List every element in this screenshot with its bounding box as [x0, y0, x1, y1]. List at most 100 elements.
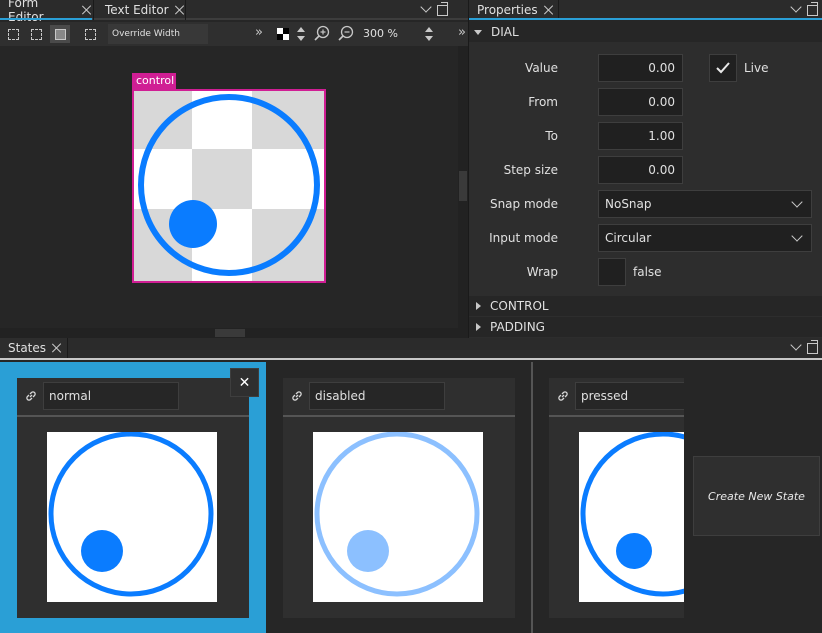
section-padding-header[interactable]: PADDING — [469, 317, 822, 337]
close-icon[interactable] — [82, 5, 92, 15]
dial-control-preview[interactable] — [132, 89, 326, 283]
close-icon[interactable] — [52, 343, 62, 353]
state-name-field[interactable]: disabled — [309, 382, 445, 410]
snap-mode-label: Snap mode — [489, 197, 558, 211]
anchor-fill-icon — [54, 28, 66, 40]
zoom-out-icon[interactable] — [338, 25, 355, 42]
form-editor-tabbar: Form Editor Text Editor — [0, 0, 468, 24]
snap-mode-select[interactable]: NoSnap — [598, 190, 812, 218]
to-field[interactable]: 1.00 — [598, 122, 683, 150]
properties-tab-indicator — [469, 18, 822, 20]
background-spin-icon[interactable] — [296, 27, 305, 41]
anchor-y-icon — [30, 28, 42, 40]
state-separator — [283, 415, 515, 417]
live-checkbox[interactable] — [709, 54, 737, 82]
overflow-icon[interactable]: » — [255, 25, 263, 40]
snap-mode-value: NoSnap — [605, 197, 652, 211]
form-editor-toolbar: Override Width » 300 % » — [0, 22, 468, 46]
value-field[interactable]: 0.00 — [598, 54, 683, 82]
wrap-value: false — [633, 265, 662, 279]
dial-preview-normal — [48, 432, 214, 597]
value-field-text: 0.00 — [648, 61, 675, 75]
link-icon[interactable] — [25, 390, 37, 402]
create-new-state-label: Create New State — [708, 489, 805, 503]
properties-tabbar: Properties — [469, 0, 822, 20]
tab-separator — [93, 0, 94, 20]
tab-separator — [558, 0, 559, 20]
state-name-field[interactable]: normal — [43, 382, 179, 410]
panel-divider[interactable] — [468, 0, 469, 338]
chevron-down-icon[interactable] — [790, 3, 802, 15]
state-divider — [531, 362, 533, 633]
section-dial-header[interactable]: DIAL — [469, 22, 822, 42]
active-tab-indicator — [0, 18, 92, 20]
tab-form-editor-label: Form Editor — [8, 0, 44, 24]
float-icon[interactable] — [807, 2, 818, 16]
to-field-text: 1.00 — [648, 129, 675, 143]
input-mode-value: Circular — [605, 231, 652, 245]
state-preview — [313, 432, 483, 602]
state-separator — [17, 415, 249, 417]
tab-properties-label: Properties — [477, 3, 538, 17]
link-icon[interactable] — [291, 390, 303, 402]
control-label: control — [132, 73, 176, 89]
tab-properties[interactable]: Properties — [469, 0, 558, 20]
link-icon[interactable] — [557, 390, 569, 402]
vertical-scrollbar[interactable] — [458, 46, 468, 338]
tab-form-editor[interactable]: Form Editor — [0, 0, 92, 24]
zoom-in-icon[interactable] — [314, 25, 331, 42]
anchor-x-button[interactable] — [3, 25, 23, 43]
chevron-down-icon — [791, 198, 803, 210]
state-separator — [549, 415, 684, 417]
state-clip: pressed — [549, 360, 684, 633]
live-label: Live — [744, 61, 769, 75]
states-tabbar: States — [0, 338, 822, 358]
override-width-combo[interactable]: Override Width — [108, 24, 208, 44]
caret-right-icon — [476, 302, 481, 310]
checkmark-icon — [716, 62, 730, 74]
float-icon[interactable] — [437, 2, 448, 16]
overflow-icon[interactable]: » — [458, 25, 466, 40]
anchor-y-button[interactable] — [26, 25, 46, 43]
wrap-label: Wrap — [526, 265, 558, 279]
section-control-header[interactable]: CONTROL — [469, 296, 822, 316]
state-preview — [579, 432, 684, 602]
tab-text-editor[interactable]: Text Editor — [97, 0, 185, 20]
delete-state-button[interactable]: ✕ — [230, 368, 259, 397]
zoom-level: 300 % — [363, 27, 398, 40]
anchor-fill-button[interactable] — [50, 25, 70, 43]
select-frame-button[interactable] — [80, 25, 100, 43]
chevron-down-icon[interactable] — [790, 341, 802, 353]
create-new-state-button[interactable]: Create New State — [693, 456, 820, 536]
step-size-label: Step size — [503, 163, 558, 177]
scroll-thumb[interactable] — [459, 171, 467, 201]
from-field[interactable]: 0.00 — [598, 88, 683, 116]
state-card-pressed[interactable]: pressed — [549, 378, 684, 618]
tab-separator — [185, 0, 186, 20]
tab-states[interactable]: States — [0, 338, 67, 358]
step-size-field[interactable]: 0.00 — [598, 156, 683, 184]
state-name-text: pressed — [581, 389, 629, 403]
input-mode-select[interactable]: Circular — [598, 224, 812, 252]
wrap-checkbox[interactable] — [598, 258, 626, 286]
horizontal-scrollbar[interactable] — [0, 328, 458, 338]
close-icon[interactable] — [544, 5, 554, 15]
state-card-disabled[interactable]: disabled — [283, 378, 515, 618]
state-name-text: normal — [49, 389, 92, 403]
value-label: Value — [525, 61, 558, 75]
close-icon: ✕ — [238, 374, 251, 391]
zoom-spin-icon[interactable] — [424, 27, 433, 41]
section-control-label: CONTROL — [490, 299, 549, 313]
dial-preview-pressed — [580, 432, 684, 597]
state-card-normal[interactable]: normal — [17, 378, 249, 618]
caret-right-icon — [476, 323, 481, 331]
scroll-thumb[interactable] — [215, 329, 245, 337]
from-field-text: 0.00 — [648, 95, 675, 109]
chevron-down-icon[interactable] — [420, 3, 432, 15]
properties-panel: DIAL Value 0.00 Live From 0.00 To 1.00 S… — [469, 22, 822, 338]
float-icon[interactable] — [807, 340, 818, 354]
background-checker-icon[interactable] — [277, 28, 289, 40]
state-name-field[interactable]: pressed — [575, 382, 684, 410]
section-dial-label: DIAL — [491, 25, 519, 39]
close-icon[interactable] — [175, 5, 185, 15]
